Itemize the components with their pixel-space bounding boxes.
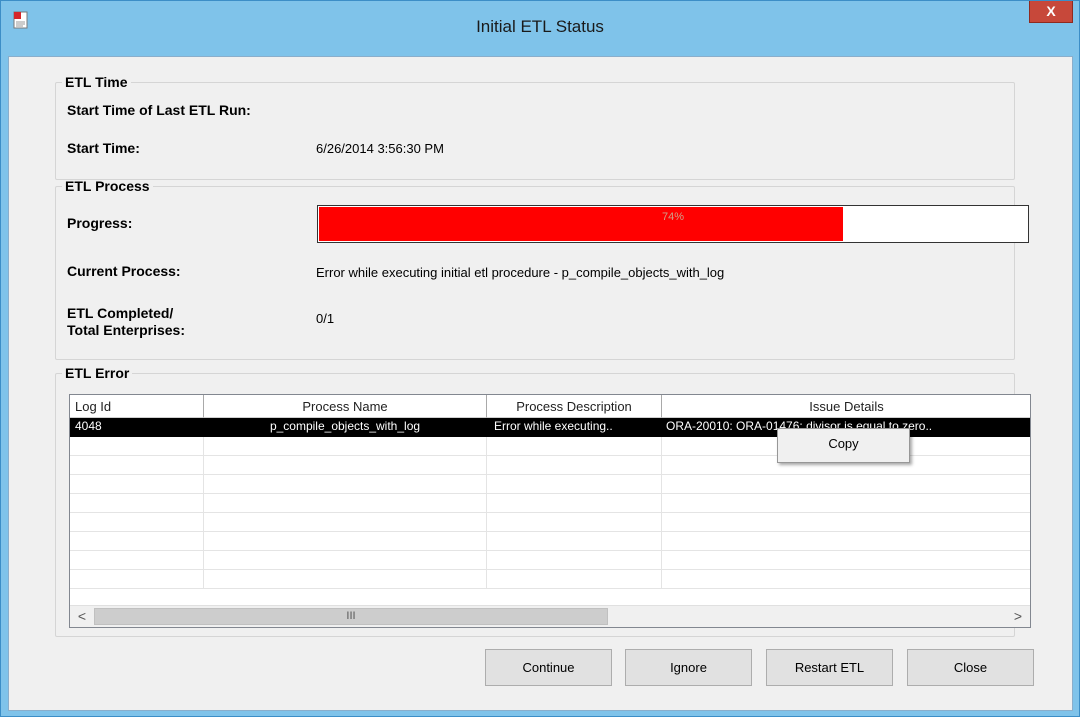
empty-cell xyxy=(70,456,204,475)
column-header-issue-details[interactable]: Issue Details xyxy=(662,395,1030,418)
etl-time-legend: ETL Time xyxy=(65,74,128,90)
progress-label: Progress: xyxy=(67,215,133,231)
etl-completed-value: 0/1 xyxy=(316,311,335,326)
empty-cell xyxy=(487,532,662,551)
empty-cell xyxy=(204,494,487,513)
table-row-empty xyxy=(70,551,1030,570)
horizontal-scrollbar[interactable]: < III > xyxy=(70,605,1030,627)
window-title: Initial ETL Status xyxy=(476,17,604,36)
cell-process-name[interactable]: p_compile_objects_with_log xyxy=(204,418,487,437)
empty-cell xyxy=(70,551,204,570)
empty-cell xyxy=(70,475,204,494)
cell-log-id[interactable]: 4048 xyxy=(70,418,204,437)
empty-cell xyxy=(487,475,662,494)
column-header-log-id[interactable]: Log Id xyxy=(70,395,204,418)
column-header-process-name[interactable]: Process Name xyxy=(204,395,487,418)
context-menu: Copy xyxy=(777,428,910,463)
etl-time-group: ETL Time xyxy=(55,74,1015,180)
start-time-label: Start Time: xyxy=(67,140,140,156)
restart-etl-button[interactable]: Restart ETL xyxy=(766,649,893,686)
current-process-label: Current Process: xyxy=(67,263,181,279)
etl-completed-label: ETL Completed/ Total Enterprises: xyxy=(67,305,185,339)
last-run-label: Start Time of Last ETL Run: xyxy=(67,102,251,118)
etl-completed-label-line1: ETL Completed/ xyxy=(67,305,174,321)
table-row-empty xyxy=(70,513,1030,532)
etl-error-legend: ETL Error xyxy=(65,365,130,381)
empty-cell xyxy=(204,456,487,475)
scroll-right-arrow-icon[interactable]: > xyxy=(1008,607,1028,626)
empty-cell xyxy=(487,494,662,513)
table-row-empty xyxy=(70,494,1030,513)
empty-cell xyxy=(487,551,662,570)
empty-cell xyxy=(70,532,204,551)
empty-cell xyxy=(204,437,487,456)
empty-cell xyxy=(204,551,487,570)
empty-cell xyxy=(487,570,662,589)
title-bar[interactable]: Initial ETL Status X xyxy=(1,1,1079,56)
empty-cell xyxy=(70,513,204,532)
scrollbar-thumb[interactable]: III xyxy=(94,608,608,625)
table-row-empty xyxy=(70,570,1030,589)
cell-process-description[interactable]: Error while executing.. xyxy=(487,418,662,437)
etl-completed-label-line2: Total Enterprises: xyxy=(67,322,185,338)
ignore-button[interactable]: Ignore xyxy=(625,649,752,686)
continue-button[interactable]: Continue xyxy=(485,649,612,686)
progress-percent-text: 74% xyxy=(661,211,685,223)
table-row-empty xyxy=(70,532,1030,551)
empty-cell xyxy=(487,513,662,532)
empty-cell xyxy=(204,532,487,551)
table-row-empty xyxy=(70,475,1030,494)
empty-cell xyxy=(70,437,204,456)
empty-cell xyxy=(70,494,204,513)
context-menu-copy[interactable]: Copy xyxy=(778,429,909,462)
grid-header: Log Id Process Name Process Description … xyxy=(70,395,1030,418)
dialog-client-area: ETL Time Start Time of Last ETL Run: Sta… xyxy=(8,56,1073,711)
scroll-left-arrow-icon[interactable]: < xyxy=(72,607,92,626)
empty-cell xyxy=(70,570,204,589)
window-close-button[interactable]: X xyxy=(1029,1,1073,23)
empty-cell xyxy=(204,513,487,532)
empty-cell xyxy=(487,437,662,456)
close-button[interactable]: Close xyxy=(907,649,1034,686)
empty-cell xyxy=(487,456,662,475)
etl-status-window: Initial ETL Status X ETL Time Start Time… xyxy=(0,0,1080,717)
empty-cell xyxy=(204,570,487,589)
start-time-value: 6/26/2014 3:56:30 PM xyxy=(316,141,444,156)
etl-process-legend: ETL Process xyxy=(65,178,150,194)
empty-cell xyxy=(204,475,487,494)
column-header-process-description[interactable]: Process Description xyxy=(487,395,662,418)
current-process-value: Error while executing initial etl proced… xyxy=(316,265,725,280)
progress-bar: 74% xyxy=(317,205,1029,243)
